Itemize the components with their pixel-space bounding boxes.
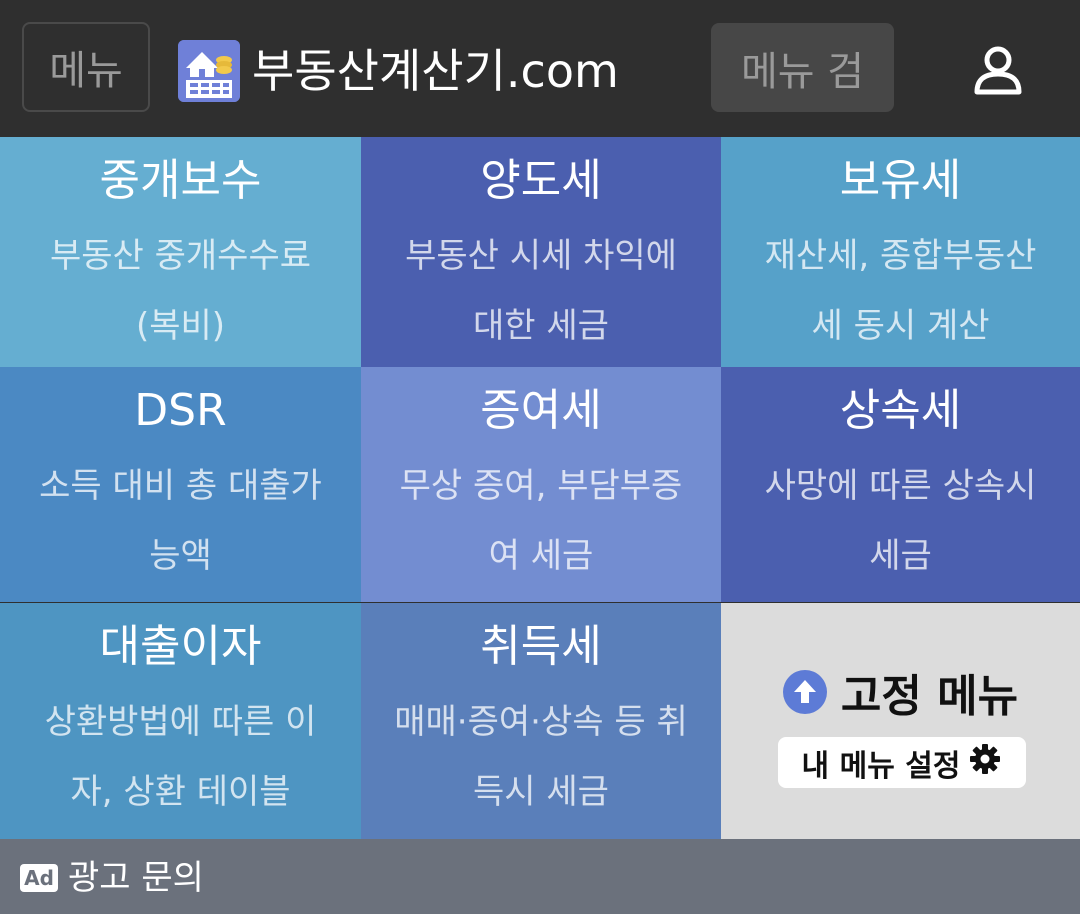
tile-dsr[interactable]: DSR 소득 대비 총 대출가능액 <box>0 367 361 602</box>
tile-loan-interest[interactable]: 대출이자 상환방법에 따른 이자, 상환 테이블 <box>0 603 361 839</box>
tile-title: 중개보수 <box>99 155 262 206</box>
tile-acquisition-tax[interactable]: 취득세 매매·증여·상속 등 취득시 세금 <box>361 603 721 839</box>
fixed-menu-label: 고정 메뉴 <box>840 671 1019 722</box>
my-menu-settings-button[interactable]: 내 메뉴 설정 <box>778 737 1026 788</box>
tile-title: 양도세 <box>480 155 602 206</box>
menu-button[interactable]: 메뉴 <box>22 22 150 112</box>
tile-description: 재산세, 종합부동산세 동시 계산 <box>764 236 1037 346</box>
tile-brokerage-fee[interactable]: 중개보수 부동산 중개수수료(복비) <box>0 137 361 372</box>
tile-description: 부동산 시세 차익에 대한 세금 <box>405 236 677 346</box>
ad-inquiry-link[interactable]: 광고 문의 <box>68 858 204 898</box>
tile-title: 취득세 <box>480 621 602 672</box>
tile-description: 사망에 따른 상속시 세금 <box>764 466 1037 576</box>
fixed-menu-title[interactable]: 고정 메뉴 <box>721 660 1080 724</box>
tile-description: 무상 증여, 부담부증여 세금 <box>399 466 683 576</box>
tile-title: 상속세 <box>839 385 962 436</box>
tile-title: 보유세 <box>839 155 962 206</box>
tile-holding-tax[interactable]: 보유세 재산세, 종합부동산세 동시 계산 <box>721 137 1080 372</box>
tile-inheritance-tax[interactable]: 상속세 사망에 따른 상속시 세금 <box>721 367 1080 602</box>
arrow-up-circle-icon <box>782 670 827 714</box>
tile-description: 상환방법에 따른 이자, 상환 테이블 <box>44 702 317 812</box>
tile-description: 매매·증여·상속 등 취득시 세금 <box>394 702 688 812</box>
tile-title: 증여세 <box>480 385 602 436</box>
ad-badge: Ad <box>20 864 58 892</box>
tile-description: 소득 대비 총 대출가능액 <box>39 466 322 576</box>
user-icon[interactable] <box>972 44 1024 96</box>
house-calculator-logo-icon[interactable] <box>178 40 240 102</box>
my-menu-settings-label: 내 메뉴 설정 <box>801 748 961 784</box>
site-title[interactable]: 부동산계산기.com <box>252 40 619 102</box>
tile-capital-gains-tax[interactable]: 양도세 부동산 시세 차익에 대한 세금 <box>361 137 721 372</box>
tile-gift-tax[interactable]: 증여세 무상 증여, 부담부증여 세금 <box>361 367 721 602</box>
tile-title: DSR <box>134 385 227 436</box>
tile-title: 대출이자 <box>99 621 262 672</box>
tile-description: 부동산 중개수수료(복비) <box>49 236 312 346</box>
gear-icon <box>968 742 1002 784</box>
top-bar: 메뉴 부동산계산기.com 메뉴 검 <box>0 0 1080 137</box>
menu-search-button[interactable]: 메뉴 검 <box>711 23 894 112</box>
